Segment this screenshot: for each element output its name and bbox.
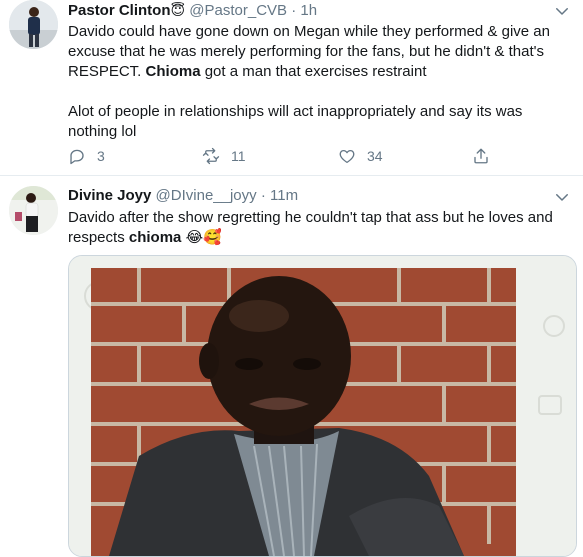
like-button[interactable]: 34 [338, 146, 383, 166]
bold-text: chioma [128, 229, 182, 246]
like-count: 34 [367, 148, 383, 164]
retweet-button[interactable]: 11 [202, 146, 246, 166]
avatar-image [9, 186, 58, 235]
user-handle[interactable]: @Pastor_CVB [189, 2, 287, 19]
tweet-pastor-clinton[interactable]: Pastor Clinton😇 @Pastor_CVB · 1h Davido … [0, 0, 583, 176]
tweet-text: Davido could have gone down on Megan whi… [68, 22, 568, 142]
retweet-icon [202, 147, 220, 165]
share-button[interactable] [472, 146, 501, 166]
reply-icon [70, 149, 84, 165]
avatar[interactable] [9, 0, 58, 49]
avatar-image [9, 0, 58, 49]
timestamp[interactable]: 11m [270, 187, 298, 204]
retweet-count: 11 [231, 148, 246, 164]
bold-text: Chioma [145, 63, 201, 80]
share-icon [474, 148, 488, 164]
tweet-divine-joyy[interactable]: Divine Joyy @DIvine__joyy · 11m Davido a… [0, 176, 583, 557]
user-handle[interactable]: @DIvine__joyy [156, 187, 257, 204]
tweet-header: Divine Joyy @DIvine__joyy · 11m [68, 186, 298, 206]
tweet-text: Davido after the show regretting he coul… [68, 208, 568, 248]
separator-dot: · [291, 2, 297, 19]
tweet-image[interactable] [68, 255, 577, 557]
chevron-down-icon[interactable] [553, 188, 571, 206]
reply-count: 3 [97, 148, 105, 164]
reply-button[interactable]: 3 [68, 146, 105, 166]
tweet-paragraph: Alot of people in relationships will act… [68, 103, 523, 140]
tweet-actions: 3 11 34 [68, 146, 508, 166]
tweet-paragraph: Davido could have gone down on Megan whi… [68, 22, 568, 82]
tweet-header: Pastor Clinton😇 @Pastor_CVB · 1h [68, 0, 317, 21]
emoji-text: 😂🥰 [185, 229, 222, 246]
text-segment: got a man that exercises restraint [204, 63, 427, 80]
display-name[interactable]: Divine Joyy [68, 187, 151, 204]
separator-dot: · [260, 187, 266, 204]
meme-photo [69, 256, 576, 556]
name-emoji: 😇 [170, 2, 186, 18]
like-icon [339, 149, 355, 164]
display-name[interactable]: Pastor Clinton [68, 2, 171, 19]
timestamp[interactable]: 1h [300, 2, 317, 19]
avatar[interactable] [9, 186, 58, 235]
chevron-down-icon[interactable] [553, 2, 571, 20]
